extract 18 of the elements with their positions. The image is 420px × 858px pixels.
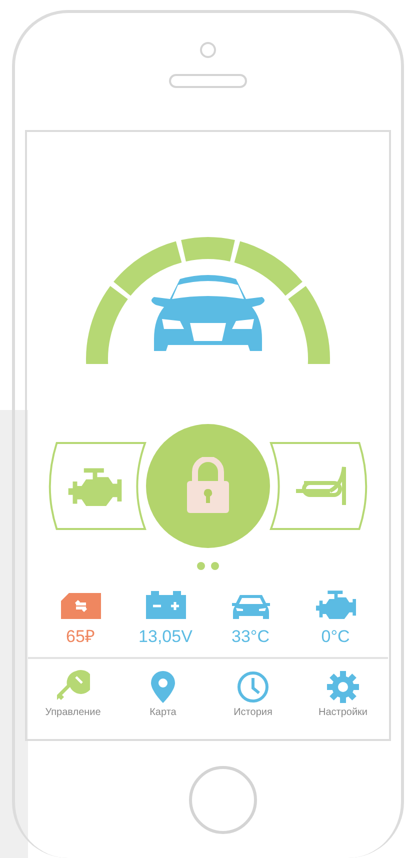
settings-icon [327, 671, 359, 703]
nav-tab[interactable]: Карта [118, 668, 208, 718]
nav-tab[interactable]: Настройки [298, 668, 388, 718]
status-value: 0°C [321, 627, 350, 647]
nav-tab[interactable]: Управление [28, 668, 118, 718]
page-dots-icon [196, 561, 220, 571]
padlock-icon [185, 457, 231, 515]
key-icon [56, 669, 90, 703]
nav-tab[interactable]: История [208, 668, 298, 718]
status-value: 33°C [232, 627, 270, 647]
horn-icon [294, 465, 348, 507]
engine-icon [66, 466, 124, 506]
status-value: 13,05V [138, 627, 192, 647]
camera-icon [200, 42, 216, 58]
map-pin-icon [151, 671, 175, 703]
status-value: 65₽ [66, 627, 95, 647]
home-button[interactable] [189, 766, 257, 834]
clock-icon [237, 671, 269, 703]
